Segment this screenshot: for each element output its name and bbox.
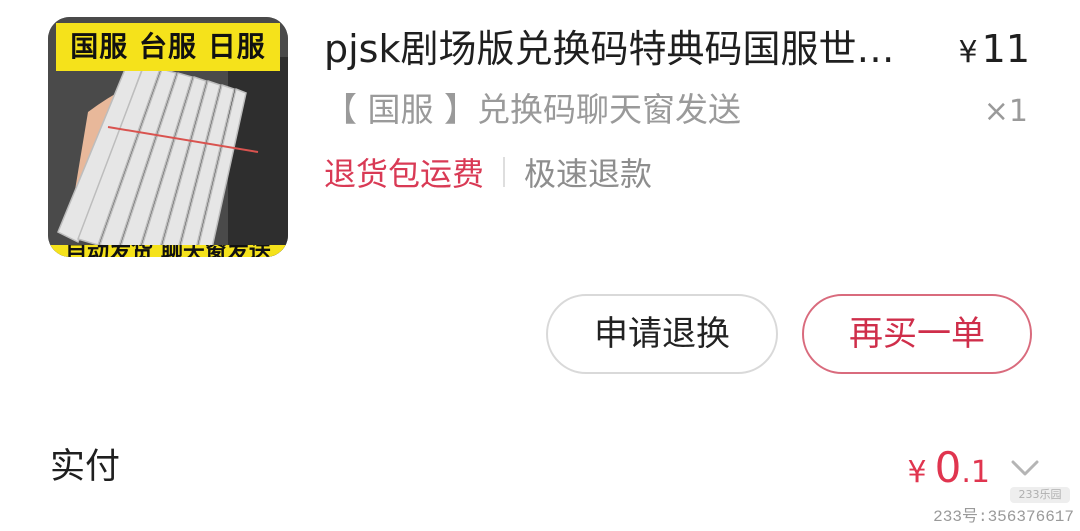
paid-decimal: .1 bbox=[961, 455, 990, 490]
product-spec: 【 国服 】兑换码聊天窗发送 bbox=[324, 90, 741, 129]
chevron-down-icon[interactable] bbox=[1010, 456, 1040, 480]
product-quantity: ×1 bbox=[983, 94, 1028, 129]
product-thumbnail[interactable]: 国服 台服 日服 自动发货 聊天窗发送 bbox=[48, 17, 288, 257]
product-price: ¥11 bbox=[959, 26, 1030, 76]
paid-currency: ¥ bbox=[907, 455, 927, 490]
refund-exchange-button[interactable]: 申请退换 bbox=[546, 294, 778, 374]
watermark-logo: 233乐园 bbox=[1010, 487, 1070, 503]
watermark-text: 233号:356376617 bbox=[933, 508, 1074, 526]
buy-again-button[interactable]: 再买一单 bbox=[802, 294, 1032, 374]
price-value: 11 bbox=[981, 27, 1030, 71]
tag-return-shipping: 退货包运费 bbox=[324, 155, 485, 193]
tag-divider bbox=[503, 157, 506, 187]
product-title[interactable]: pjsk剧场版兑换码特典码国服世… bbox=[324, 26, 944, 72]
tag-fast-refund: 极速退款 bbox=[524, 155, 653, 193]
paid-label: 实付 bbox=[50, 447, 121, 487]
paid-amount: ¥0.1 bbox=[908, 440, 990, 505]
thumbnail-banner: 国服 台服 日服 bbox=[56, 23, 280, 71]
service-tags: 退货包运费 极速退款 bbox=[324, 150, 652, 194]
paid-integer: 0 bbox=[934, 443, 962, 492]
thumbnail-footer: 自动发货 聊天窗发送 bbox=[48, 245, 288, 257]
price-currency: ¥ bbox=[958, 35, 978, 70]
